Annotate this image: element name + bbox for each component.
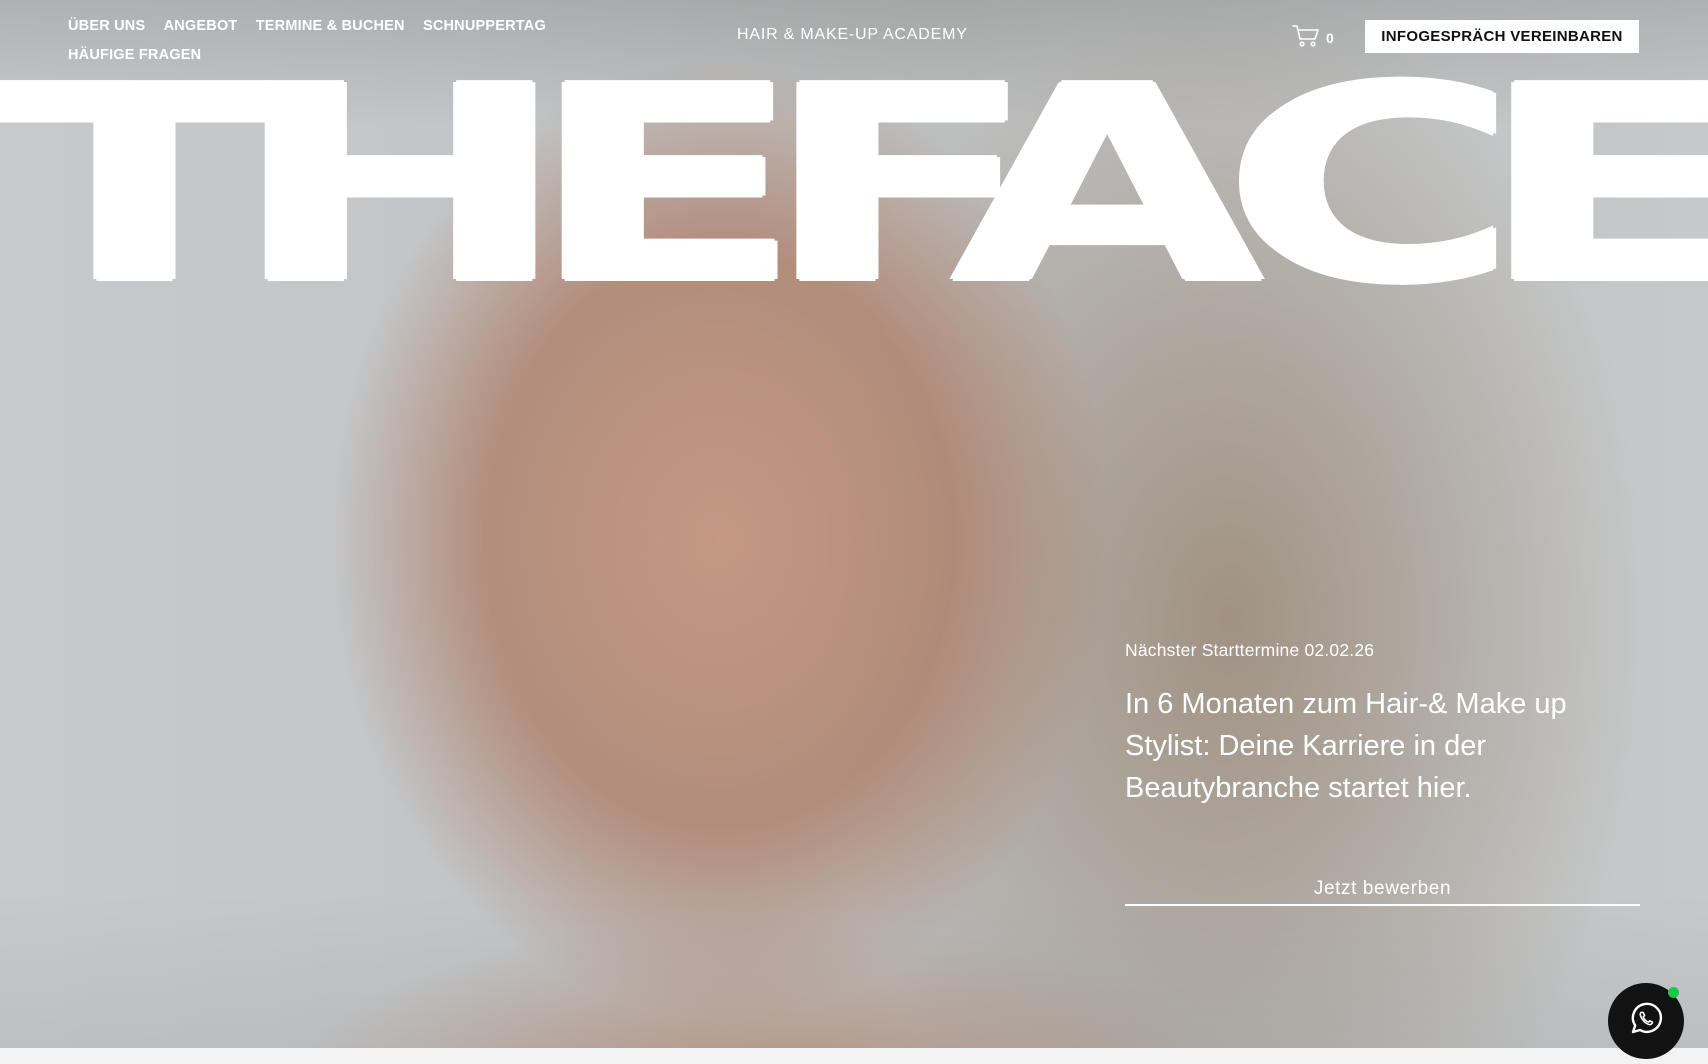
- online-status-dot: [1668, 987, 1679, 998]
- cart-button[interactable]: 0: [1292, 24, 1334, 51]
- whatsapp-icon: [1626, 999, 1666, 1044]
- page-bottom-strip: [0, 1048, 1708, 1064]
- book-consultation-button[interactable]: INFOGESPRÄCH VEREINBAREN: [1365, 20, 1639, 53]
- apply-now-link[interactable]: Jetzt bewerben: [1125, 876, 1640, 906]
- nav-item-ueber-uns[interactable]: ÜBER UNS: [68, 12, 145, 41]
- nav-item-schnuppertag[interactable]: SCHNUPPERTAG: [423, 12, 546, 41]
- nav-item-haeufige-fragen[interactable]: HÄUFIGE FRAGEN: [68, 41, 201, 70]
- main-nav: ÜBER UNS ANGEBOT TERMINE & BUCHEN SCHNUP…: [68, 12, 588, 70]
- cart-count: 0: [1326, 29, 1334, 46]
- site-tagline: HAIR & MAKE-UP ACADEMY: [737, 26, 968, 43]
- nav-item-termine-buchen[interactable]: TERMINE & BUCHEN: [256, 12, 405, 41]
- hero-headline: THEFACE: [0, 28, 1708, 343]
- hero-tagline: In 6 Monaten zum Hair-& Make up Stylist:…: [1125, 688, 1567, 804]
- cart-icon: [1292, 24, 1320, 51]
- next-start-date: Nächster Starttermine 02.02.26: [1125, 640, 1375, 660]
- nav-item-angebot[interactable]: ANGEBOT: [164, 12, 238, 41]
